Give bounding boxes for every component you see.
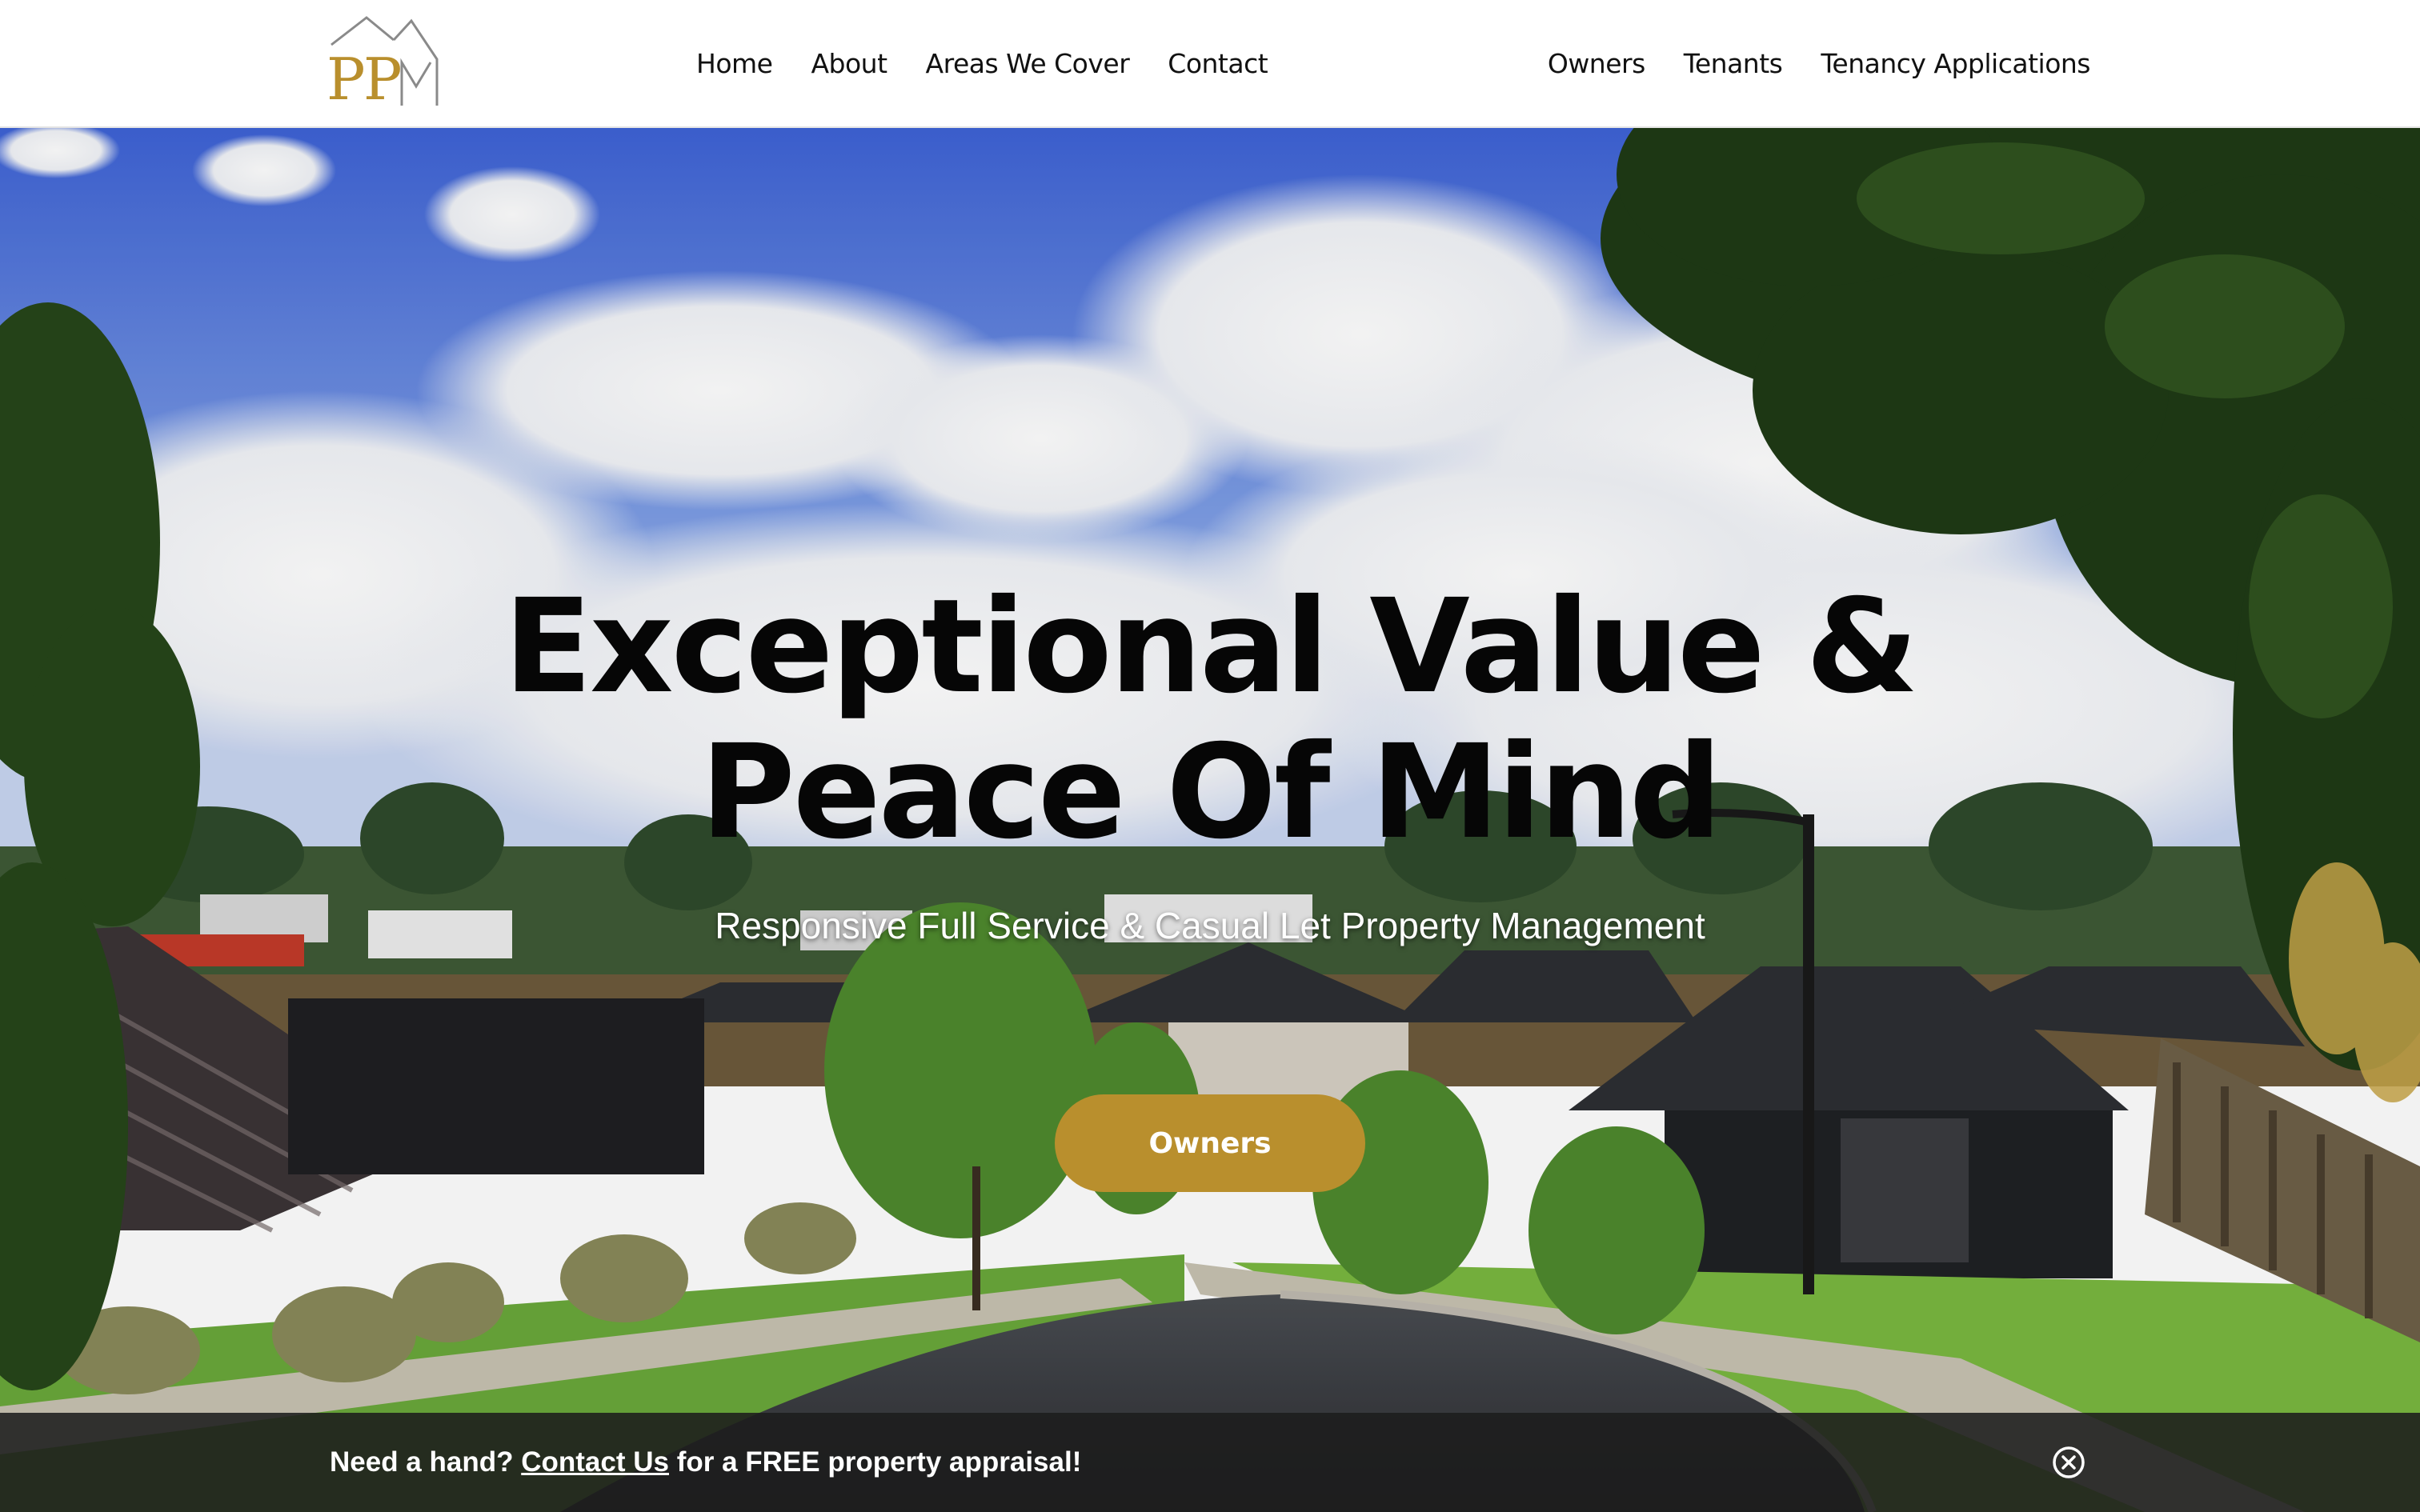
secondary-nav: Owners Tenants Tenancy Applications <box>1548 0 2091 126</box>
close-circle-icon[interactable] <box>2052 1446 2085 1479</box>
promo-text-before: Need a hand? <box>330 1446 522 1478</box>
hero-subtitle: Responsive Full Service & Casual Let Pro… <box>715 905 1705 946</box>
svg-text:P: P <box>327 46 365 110</box>
promo-text-after: for a FREE property appraisal! <box>668 1446 1082 1478</box>
nav-tenancy-applications[interactable]: Tenancy Applications <box>1821 48 2090 79</box>
svg-text:P: P <box>363 46 402 110</box>
site-header: P P Home About Areas We Cover Contact Ow… <box>0 0 2420 128</box>
promo-bar: Need a hand? Contact Us for a FREE prope… <box>0 1413 2420 1512</box>
nav-about[interactable]: About <box>811 48 887 79</box>
promo-message: Need a hand? Contact Us for a FREE prope… <box>330 1413 1081 1512</box>
nav-contact[interactable]: Contact <box>1168 48 1268 79</box>
contact-us-link[interactable]: Contact Us <box>521 1446 669 1478</box>
owners-cta-button[interactable]: Owners <box>1055 1094 1365 1192</box>
nav-owners[interactable]: Owners <box>1548 48 1645 79</box>
main-nav: Home About Areas We Cover Contact <box>696 0 1268 126</box>
nav-areas-we-cover[interactable]: Areas We Cover <box>926 48 1130 79</box>
nav-home[interactable]: Home <box>696 48 773 79</box>
hero-title: Exceptional Value & Peace Of Mind <box>0 574 2420 866</box>
hero-title-line2: Peace Of Mind <box>700 718 1722 868</box>
hero-section: Exceptional Value & Peace Of Mind Respon… <box>0 126 2420 1512</box>
hero-title-line1: Exceptional Value & <box>503 572 1918 722</box>
nav-tenants[interactable]: Tenants <box>1684 48 1783 79</box>
page: P P Home About Areas We Cover Contact Ow… <box>0 0 2420 1512</box>
ppm-logo[interactable]: P P <box>323 16 442 110</box>
